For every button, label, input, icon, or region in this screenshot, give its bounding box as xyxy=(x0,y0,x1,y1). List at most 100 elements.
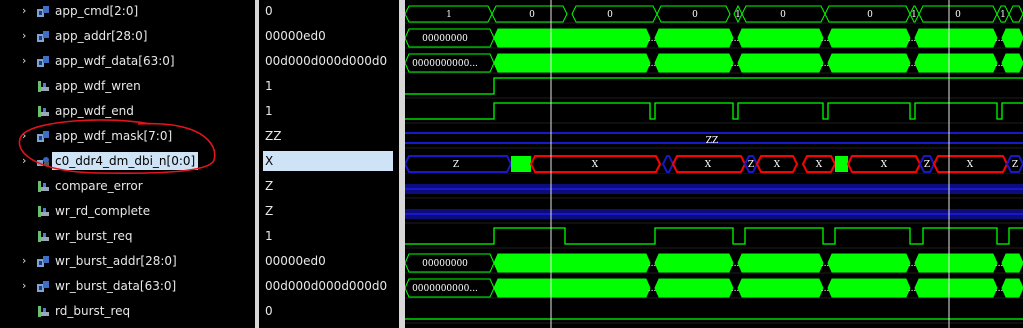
signal-name: wr_rd_complete xyxy=(55,204,151,218)
signal-row[interactable]: › app_addr[28:0] xyxy=(0,25,255,47)
wave-segment xyxy=(1001,278,1023,298)
signal-value-row[interactable]: 1 xyxy=(259,100,399,122)
signal-value-row[interactable]: 00000ed0 xyxy=(259,250,399,272)
signal-value: 00000ed0 xyxy=(265,29,326,43)
signal-value-row[interactable]: Z xyxy=(259,175,399,197)
bit-signal-icon xyxy=(38,231,49,242)
signal-value-row[interactable]: 0 xyxy=(259,300,399,322)
signal-name: app_wdf_data[63:0] xyxy=(55,54,175,68)
wave-segment xyxy=(654,53,734,73)
ellipsis-label: ... xyxy=(821,284,830,294)
bus-first-value: 0000000000... xyxy=(412,59,478,69)
signal-value-row[interactable]: 00000ed0 xyxy=(259,25,399,47)
dm-value-label: Z xyxy=(924,160,930,170)
signal-row[interactable]: › wr_burst_data[63:0] xyxy=(0,275,255,297)
signal-value-row[interactable]: 0 xyxy=(259,0,399,22)
signal-value: X xyxy=(263,151,393,171)
signal-name: wr_burst_req xyxy=(55,229,133,243)
bit-signal-icon xyxy=(38,206,49,217)
bus-first-value: 00000000 xyxy=(422,34,468,44)
signal-value: 00000ed0 xyxy=(265,254,326,268)
signal-value-row[interactable]: X xyxy=(259,150,399,172)
ellipsis-label: ... xyxy=(995,259,1004,269)
signal-value: 1 xyxy=(265,79,273,93)
signal-value-row[interactable]: Z xyxy=(259,200,399,222)
signal-row[interactable]: wr_burst_req xyxy=(0,225,255,247)
ellipsis-label: ... xyxy=(731,59,740,69)
bit-signal-icon xyxy=(38,106,49,117)
ellipsis-label: ... xyxy=(908,259,917,269)
wave-segment xyxy=(827,278,911,298)
signal-value-row[interactable]: 00d000d000d000d0 xyxy=(259,50,399,72)
dm-value-label: X xyxy=(592,160,599,170)
signal-value-row[interactable]: 00d000d000d000d0 xyxy=(259,275,399,297)
cmd-value-label: 0 xyxy=(780,10,786,20)
dm-green-block xyxy=(511,156,531,172)
signal-row[interactable]: app_wdf_end xyxy=(0,100,255,122)
wave-segment xyxy=(493,253,651,273)
ellipsis-label: ... xyxy=(648,59,657,69)
ellipsis-label: ... xyxy=(908,59,917,69)
cmd-value-label: 1 xyxy=(446,10,452,20)
bus-signal-icon xyxy=(37,6,49,17)
ellipsis-label: ... xyxy=(821,34,830,44)
signal-row[interactable]: compare_error xyxy=(0,175,255,197)
cmd-value-label: 1 xyxy=(1000,10,1006,20)
chevron-right-icon[interactable]: › xyxy=(22,250,32,272)
dm-value-label: X xyxy=(816,160,823,170)
signal-value-row[interactable]: ZZ xyxy=(259,125,399,147)
chevron-right-icon[interactable]: › xyxy=(22,275,32,297)
ellipsis-label: ... xyxy=(821,259,830,269)
signal-row[interactable]: wr_rd_complete xyxy=(0,200,255,222)
ellipsis-label: ... xyxy=(731,284,740,294)
dm-value-label: Z xyxy=(1012,160,1018,170)
wave-segment xyxy=(654,278,734,298)
wave-segment xyxy=(737,278,824,298)
signal-name: app_addr[28:0] xyxy=(55,29,148,43)
signal-value-row[interactable]: 1 xyxy=(259,225,399,247)
signal-value: 00d000d000d000d0 xyxy=(265,54,388,68)
wave-segment xyxy=(1001,28,1023,48)
signal-row[interactable]: › wr_burst_addr[28:0] xyxy=(0,250,255,272)
ellipsis-label: ... xyxy=(995,59,1004,69)
signal-value: 00d000d000d000d0 xyxy=(265,279,388,293)
chevron-right-icon[interactable]: › xyxy=(22,150,32,172)
wave-segment xyxy=(737,28,824,48)
chevron-right-icon[interactable]: › xyxy=(22,25,32,47)
signal-value: Z xyxy=(265,179,274,193)
ellipsis-label: ... xyxy=(648,259,657,269)
ellipsis-label: ... xyxy=(821,59,830,69)
dm-value-label: X xyxy=(881,160,888,170)
signal-row[interactable]: › c0_ddr4_dm_dbi_n[0:0] xyxy=(0,150,255,172)
dm-value-label: X xyxy=(705,160,712,170)
wave-segment xyxy=(914,253,998,273)
chevron-right-icon[interactable]: › xyxy=(22,0,32,22)
signal-value-row[interactable]: 1 xyxy=(259,75,399,97)
chevron-right-icon[interactable]: › xyxy=(22,125,32,147)
bit-waveform xyxy=(405,227,1023,245)
signal-row[interactable]: rd_burst_req xyxy=(0,300,255,322)
signal-row[interactable]: › app_wdf_data[63:0] xyxy=(0,50,255,72)
signal-value: 1 xyxy=(265,104,273,118)
signal-row[interactable]: › app_wdf_mask[7:0] xyxy=(0,125,255,147)
wave-segment xyxy=(737,53,824,73)
signal-name: rd_burst_req xyxy=(55,304,131,318)
waveform-panel[interactable]: 1 0 0 0 1 0 0 1 0 1............... 00000000.......… xyxy=(405,0,1023,328)
chevron-right-icon[interactable]: › xyxy=(22,50,32,72)
signal-name: c0_ddr4_dm_dbi_n[0:0] xyxy=(52,152,199,170)
ellipsis-label: ... xyxy=(731,259,740,269)
signal-row[interactable]: › app_cmd[2:0] xyxy=(0,0,255,22)
bus-signal-icon xyxy=(37,256,49,267)
bit-waveform xyxy=(405,77,1023,95)
signal-names-panel: › app_cmd[2:0] › app_addr[28:0] › app_wdf_dat… xyxy=(0,0,255,328)
signal-name: app_wdf_wren xyxy=(55,79,141,93)
ellipsis-label: ... xyxy=(908,284,917,294)
signal-row[interactable]: app_wdf_wren xyxy=(0,75,255,97)
bit-signal-icon xyxy=(38,181,49,192)
ellipsis-label: ... xyxy=(995,284,1004,294)
cmd-value-label: 0 xyxy=(529,10,535,20)
waveform-canvas[interactable]: 1 0 0 0 1 0 0 1 0 1............ ... 00000000.......… xyxy=(405,0,1023,328)
cmd-value-label: 0 xyxy=(955,10,961,20)
wave-segment xyxy=(737,253,824,273)
wave-segment xyxy=(914,53,998,73)
